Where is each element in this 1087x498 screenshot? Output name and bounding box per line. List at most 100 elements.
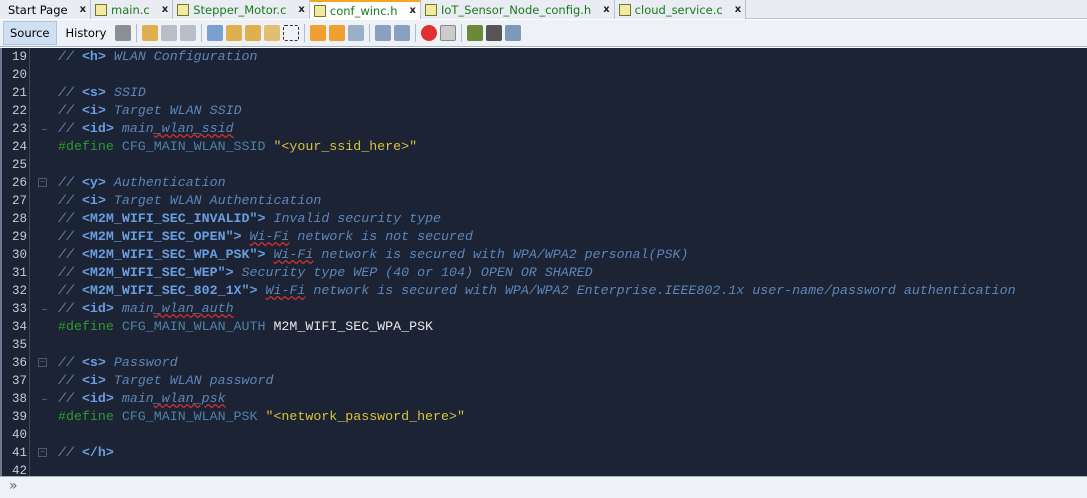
code-line: 42 [2, 462, 1087, 476]
code-text: // <id> main_wlan_auth [58, 300, 234, 318]
code-token: Authentication [105, 175, 226, 190]
code-token: Target WLAN Authentication [105, 193, 322, 208]
find-next-icon[interactable] [245, 25, 262, 41]
code-token: CFG_MAIN_WLAN_AUTH [113, 319, 274, 334]
code-token: // [58, 265, 82, 280]
line-number: 25 [2, 156, 30, 174]
code-token: <id> [81, 301, 114, 316]
code-token: <M2M_WIFI_SEC_WPA_PSK"> [81, 247, 266, 262]
tab-conf-winc-h[interactable]: conf_winc.h x [309, 0, 421, 19]
code-text: // <i> Target WLAN SSID [58, 102, 242, 120]
diff-icon[interactable] [505, 25, 522, 41]
comment-icon[interactable] [467, 25, 484, 41]
code-token: M2M_WIFI_SEC_WPA_PSK [273, 319, 434, 334]
fold-gutter: − [30, 174, 58, 192]
line-number: 26 [2, 174, 30, 192]
code-line: 35 [2, 336, 1087, 354]
fold-gutter [30, 408, 58, 426]
code-token: // [58, 247, 82, 262]
file-icon [95, 3, 108, 16]
tab-iot-sensor-node-config-h[interactable]: IoT_Sensor_Node_config.h x [420, 0, 615, 19]
close-tab-icon[interactable]: x [603, 4, 609, 15]
code-token: SSID [105, 85, 146, 100]
shift-right-icon[interactable] [394, 25, 411, 41]
code-token: Target WLAN SSID [105, 103, 242, 118]
uncomment-icon[interactable] [486, 25, 503, 41]
code-token: <i> [81, 103, 106, 118]
code-line: 36− // <s> Password [2, 354, 1087, 372]
line-number: 34 [2, 318, 30, 336]
line-number: 35 [2, 336, 30, 354]
toggle-highlight-icon[interactable] [264, 25, 281, 41]
fold-gutter [30, 462, 58, 476]
code-line: 24 #define CFG_MAIN_WLAN_SSID "<your_ssid… [2, 138, 1087, 156]
code-line: 22 // <i> Target WLAN SSID [2, 102, 1087, 120]
close-tab-icon[interactable]: x [298, 4, 304, 15]
collapse-fold-icon[interactable]: − [38, 448, 47, 457]
code-editor[interactable]: 19 // <h> WLAN Configuration 20 21 // <s> SS… [0, 48, 1087, 476]
tab-main-c[interactable]: main.c x [91, 0, 174, 19]
code-token: // [58, 211, 82, 226]
code-line: 31 // <M2M_WIFI_SEC_WEP"> Security type W… [2, 264, 1087, 282]
code-text: // <M2M_WIFI_SEC_WPA_PSK"> Wi-Fi network… [58, 246, 688, 264]
code-token: Target WLAN password [105, 373, 274, 388]
line-number: 31 [2, 264, 30, 282]
code-token: <y> [81, 175, 106, 190]
close-tab-icon[interactable]: x [162, 4, 168, 15]
code-line: 33 // <id> main_wlan_auth [2, 300, 1087, 318]
previous-bookmark-icon[interactable] [310, 25, 327, 41]
toggle-bookmark-icon[interactable] [348, 25, 365, 41]
forward-dropdown-icon[interactable] [180, 25, 197, 41]
last-edit-icon[interactable] [115, 25, 132, 41]
code-token: // [58, 301, 82, 316]
code-token: CFG_MAIN_WLAN_PSK [113, 409, 266, 424]
code-token: <id> [81, 391, 114, 406]
expand-icon[interactable]: » [9, 478, 18, 494]
fold-gutter [30, 372, 58, 390]
record-macro-icon[interactable] [421, 25, 438, 41]
tab-stepper-motor-c[interactable]: Stepper_Motor.c x [173, 0, 310, 19]
next-bookmark-icon[interactable] [329, 25, 346, 41]
back-dropdown-icon[interactable] [161, 25, 178, 41]
code-token: "<your_ssid_here>" [273, 139, 418, 154]
separator [201, 24, 203, 42]
code-token: network is secured with WPA/WPA2 persona… [313, 247, 689, 262]
code-line: 34 #define CFG_MAIN_WLAN_AUTH M2M_WIFI_SE… [2, 318, 1087, 336]
select-rectangle-icon[interactable] [283, 25, 300, 41]
fold-gutter [30, 156, 58, 174]
code-line: 40 [2, 426, 1087, 444]
fold-gutter [30, 318, 58, 336]
find-previous-icon[interactable] [226, 25, 243, 41]
close-tab-icon[interactable]: x [409, 5, 415, 16]
line-number: 42 [2, 462, 30, 476]
tab-cloud-service-c[interactable]: cloud_service.c x [614, 0, 747, 19]
stop-macro-icon[interactable] [440, 25, 457, 41]
close-tab-icon[interactable]: x [80, 4, 86, 15]
code-text: // <i> Target WLAN password [58, 372, 273, 390]
line-number: 23 [2, 120, 30, 138]
code-token: Password [105, 355, 178, 370]
find-icon[interactable] [207, 25, 224, 41]
back-icon[interactable] [142, 25, 159, 41]
line-number: 29 [2, 228, 30, 246]
code-text: // <M2M_WIFI_SEC_WEP"> Security type WEP… [58, 264, 593, 282]
tab-start-page[interactable]: Start Page x [0, 0, 92, 19]
collapse-fold-icon[interactable]: − [38, 178, 47, 187]
fold-end-marker [42, 129, 47, 130]
tab-label: Stepper_Motor.c [193, 2, 287, 17]
code-token: network is not secured [289, 229, 473, 244]
code-text: // <M2M_WIFI_SEC_OPEN"> Wi-Fi network is… [58, 228, 473, 246]
code-token: Wi-Fi [273, 247, 314, 262]
shift-left-icon[interactable] [375, 25, 392, 41]
code-token: <M2M_WIFI_SEC_WEP"> [81, 265, 234, 280]
file-icon [424, 3, 437, 16]
code-token: <s> [81, 355, 106, 370]
fold-gutter [30, 228, 58, 246]
close-tab-icon[interactable]: x [735, 4, 741, 15]
collapse-fold-icon[interactable]: − [38, 358, 47, 367]
tab-label: main.c [111, 2, 150, 17]
source-tab[interactable]: Source [3, 21, 57, 45]
history-tab[interactable]: History [60, 22, 113, 44]
fold-gutter [30, 120, 58, 138]
